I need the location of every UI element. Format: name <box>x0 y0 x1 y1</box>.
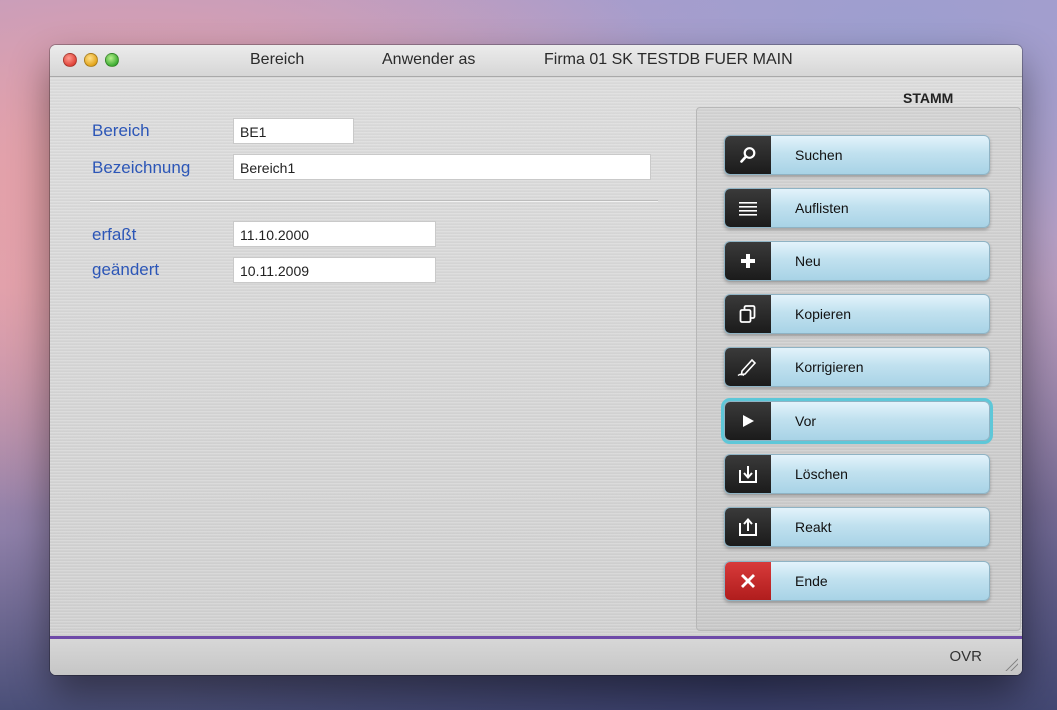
neu-button[interactable]: Neu <box>724 241 990 281</box>
erfasst-label: erfaßt <box>92 225 137 244</box>
reakt-button[interactable]: Reakt <box>724 507 990 547</box>
bereich-label: Bereich <box>92 121 150 140</box>
title-user: Anwender as <box>382 51 476 68</box>
loeschen-button[interactable]: Löschen <box>724 454 990 494</box>
auflisten-label: Auflisten <box>795 200 849 216</box>
close-window-button[interactable] <box>63 53 77 67</box>
vor-label: Vor <box>795 413 817 429</box>
title-module: Bereich <box>250 51 305 68</box>
erfasst-field[interactable]: 11.10.2000 <box>233 221 436 247</box>
bezeichnung-label: Bezeichnung <box>92 158 191 177</box>
loeschen-label: Löschen <box>795 466 848 482</box>
title-bar[interactable]: Bereich Anwender as Firma 01 SK TESTDB F… <box>50 45 1022 77</box>
zoom-window-button[interactable] <box>105 53 119 67</box>
download-tray-icon <box>725 455 771 493</box>
geaendert-label: geändert <box>92 260 160 279</box>
app-window: Bereich Anwender as Firma 01 SK TESTDB F… <box>50 45 1022 675</box>
kopieren-label: Kopieren <box>795 306 852 322</box>
mode-label: STAMM <box>903 90 954 106</box>
ende-label: Ende <box>795 573 828 589</box>
copy-icon <box>725 295 771 333</box>
korrigieren-label: Korrigieren <box>795 359 864 375</box>
suchen-button[interactable]: Suchen <box>724 135 990 175</box>
auflisten-button[interactable]: Auflisten <box>724 188 990 228</box>
list-icon <box>725 189 771 227</box>
resize-grip-icon[interactable] <box>1004 657 1018 671</box>
close-x-icon <box>725 562 771 600</box>
neu-label: Neu <box>795 253 821 269</box>
play-icon <box>725 402 771 440</box>
search-icon <box>725 136 771 174</box>
overwrite-mode-indicator: OVR <box>949 648 982 665</box>
pencil-icon <box>725 348 771 386</box>
title-company: Firma 01 SK TESTDB FUER MAIN <box>544 51 793 68</box>
geaendert-field[interactable]: 10.11.2009 <box>233 257 436 283</box>
status-bar: OVR <box>50 639 1022 675</box>
form-divider <box>90 200 658 202</box>
korrigieren-button[interactable]: Korrigieren <box>724 347 990 387</box>
reakt-label: Reakt <box>795 519 832 535</box>
upload-tray-icon <box>725 508 771 546</box>
ende-button[interactable]: Ende <box>724 561 990 601</box>
suchen-label: Suchen <box>795 147 843 163</box>
kopieren-button[interactable]: Kopieren <box>724 294 990 334</box>
plus-icon <box>725 242 771 280</box>
bereich-field[interactable]: BE1 <box>233 118 354 144</box>
bezeichnung-field[interactable]: Bereich1 <box>233 154 651 180</box>
vor-button[interactable]: Vor <box>721 398 993 444</box>
minimize-window-button[interactable] <box>84 53 98 67</box>
